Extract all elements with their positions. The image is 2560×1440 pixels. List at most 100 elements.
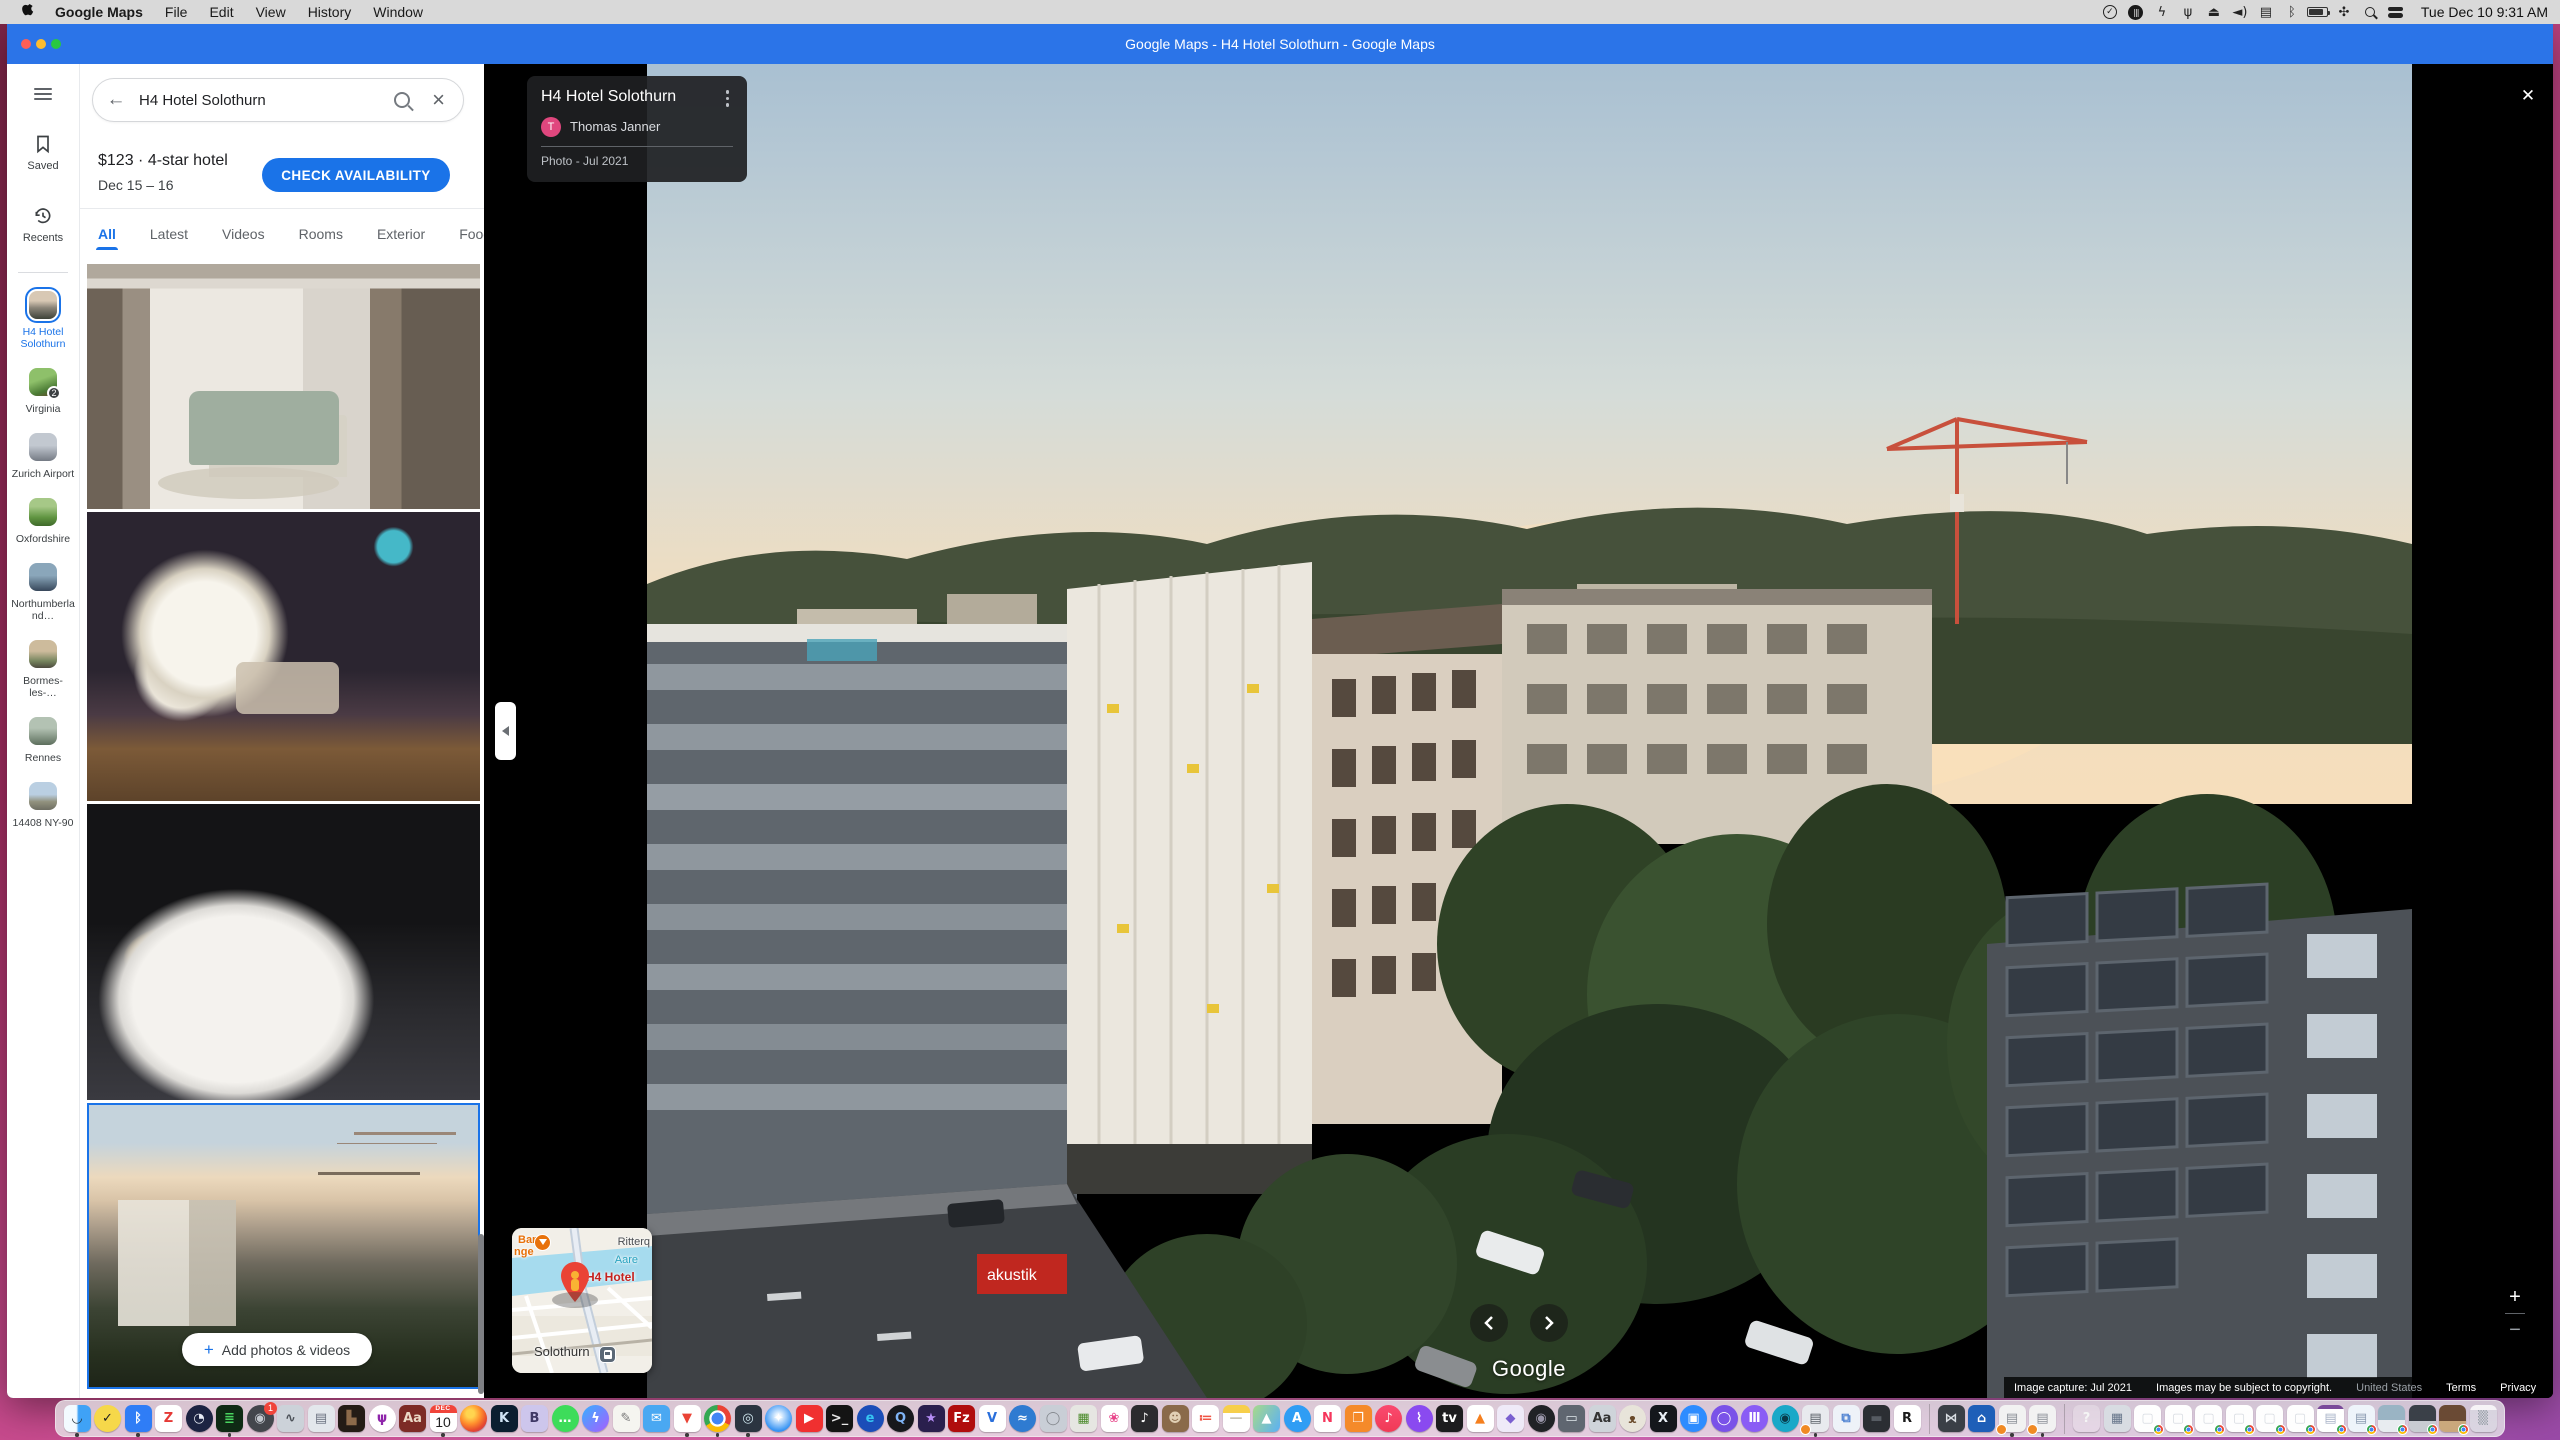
dock-icon-x11-app[interactable]: X: [1649, 1405, 1677, 1433]
dock-icon-music-app[interactable]: ♪: [1375, 1405, 1403, 1433]
menu-bar-clock[interactable]: Tue Dec 10 9:31 AM: [2413, 4, 2548, 20]
lightning-icon[interactable]: ϟ: [2149, 2, 2175, 22]
volume-icon[interactable]: ◄): [2227, 2, 2253, 22]
pegman-marker[interactable]: [560, 1262, 590, 1302]
date-range[interactable]: Dec 15 – 16: [98, 177, 228, 193]
dock-icon-rstudio-app[interactable]: R: [1893, 1405, 1921, 1433]
dock-icon-vinyl-app[interactable]: ◉: [1527, 1405, 1555, 1433]
dock-icon-photos-app[interactable]: ❀: [1100, 1405, 1128, 1433]
dock-icon-mail-app[interactable]: ✉: [643, 1405, 671, 1433]
dock-icon-disk-utility-app[interactable]: ▤: [307, 1405, 335, 1433]
tab-videos[interactable]: Videos: [222, 216, 265, 252]
tab-all[interactable]: All: [98, 216, 116, 252]
dock-icon-printer-scan-app[interactable]: ▤: [1802, 1405, 1830, 1433]
dock-icon-preview-app[interactable]: ◎: [734, 1405, 762, 1433]
dock-icon-openoffice-app[interactable]: ≈: [1009, 1405, 1037, 1433]
recent-place-virginia[interactable]: 2Virginia: [10, 368, 76, 415]
dock-icon-firefox[interactable]: [460, 1405, 488, 1433]
dock-icon-zoom-app[interactable]: ▣: [1680, 1405, 1708, 1433]
panel-scrollbar[interactable]: [478, 1234, 484, 1394]
clear-search-icon[interactable]: ×: [432, 89, 445, 111]
tab-exterior[interactable]: Exterior: [377, 216, 425, 252]
dock-icon-dictionary-app[interactable]: Aa: [399, 1405, 427, 1433]
zoom-window-button[interactable]: [51, 39, 61, 49]
recent-place-oxfordshire[interactable]: Oxfordshire: [10, 498, 76, 545]
dock-icon-bluetooth-utility-app[interactable]: ᛒ: [124, 1405, 152, 1433]
recent-place-bormes-les-[interactable]: Bormes-les-…: [10, 640, 76, 699]
tab-food[interactable]: Food: [459, 216, 484, 252]
dock-icon-v-writer-app[interactable]: V: [978, 1405, 1006, 1433]
dock-icon-notes-app[interactable]: —: [1222, 1405, 1250, 1433]
minimize-window-button[interactable]: [36, 39, 46, 49]
previous-photo-button[interactable]: [1470, 1304, 1508, 1342]
dock-icon-missing-app[interactable]: ?: [2073, 1405, 2101, 1433]
dock-icon-usb-prober-app[interactable]: ψ: [368, 1405, 396, 1433]
dock-icon-desktop-stack[interactable]: ▦: [2103, 1405, 2131, 1433]
dock-icon-gimp-app[interactable]: ᴥ: [1619, 1405, 1647, 1433]
more-options-icon[interactable]: [722, 88, 734, 109]
dock-icon-contacts-app[interactable]: ☻: [1161, 1405, 1189, 1433]
dock-icon-stethoscope-app[interactable]: ∿: [277, 1405, 305, 1433]
dock-icon-minimized-window-1[interactable]: [2378, 1405, 2406, 1433]
dock-icon-textedit-app[interactable]: ✎: [612, 1405, 640, 1433]
dock-icon-terminal-app[interactable]: >_: [826, 1405, 854, 1433]
dock-icon-news-app[interactable]: N: [1314, 1405, 1342, 1433]
menu-edit[interactable]: Edit: [198, 4, 244, 20]
dock-icon-audio-eq-app[interactable]: ≣: [216, 1405, 244, 1433]
dock-icon-minimized-window-3[interactable]: [2439, 1405, 2467, 1433]
dock-icon-apple-maps-app[interactable]: ▲: [1253, 1405, 1281, 1433]
dock-icon-app-store[interactable]: A: [1283, 1405, 1311, 1433]
dock-icon-google-maps-app[interactable]: ▼: [673, 1405, 701, 1433]
menu-history[interactable]: History: [297, 4, 363, 20]
dock-icon-reminders-app[interactable]: ≔: [1192, 1405, 1220, 1433]
dock-icon-gray-window-app[interactable]: ▭: [1558, 1405, 1586, 1433]
hamburger-menu-icon[interactable]: [34, 88, 52, 100]
minimap[interactable]: Bar nge Ritterq Aare H4 Hotel Solothurn: [512, 1228, 652, 1373]
collapse-panel-handle[interactable]: [495, 702, 516, 760]
search-box[interactable]: ← H4 Hotel Solothurn ×: [92, 78, 464, 122]
dock-icon-finder[interactable]: ◡: [63, 1405, 91, 1433]
dock-icon-copier-app[interactable]: ⧉: [1832, 1405, 1860, 1433]
train-station-icon[interactable]: [599, 1346, 616, 1363]
dock-icon-printer-hp2-app[interactable]: ▤: [2029, 1405, 2057, 1433]
recent-place-northumberland-[interactable]: Northumberland…: [10, 563, 76, 622]
photo-thumbnail-room[interactable]: [87, 264, 480, 509]
dock-icon-podcasts-app[interactable]: ⌇: [1405, 1405, 1433, 1433]
footer-link-privacy[interactable]: Privacy: [2500, 1382, 2536, 1394]
dock-icon-kindle-app[interactable]: K: [490, 1405, 518, 1433]
dock-icon-bbedit-app[interactable]: B: [521, 1405, 549, 1433]
dock-icon-messages-app[interactable]: …: [551, 1405, 579, 1433]
usb-icon[interactable]: ψ: [2175, 2, 2201, 22]
menu-file[interactable]: File: [154, 4, 199, 20]
close-window-button[interactable]: [21, 39, 31, 49]
dock-icon-edge-browser[interactable]: e: [856, 1405, 884, 1433]
recent-place-zurich-airport[interactable]: Zurich Airport: [10, 433, 76, 480]
menu-google-maps[interactable]: Google Maps: [44, 4, 154, 20]
dock-icon-chrome-document-1[interactable]: ▢: [2134, 1405, 2162, 1433]
dock-icon-apple-tv-app[interactable]: tv: [1436, 1405, 1464, 1433]
dock-icon-webcam-app[interactable]: ◉: [1771, 1405, 1799, 1433]
photo-author-row[interactable]: T Thomas Janner: [541, 117, 733, 137]
keyboard-viewer-icon[interactable]: ▤: [2253, 2, 2279, 22]
check-availability-button[interactable]: CHECK AVAILABILITY: [262, 158, 450, 192]
back-arrow-icon[interactable]: ←: [93, 89, 139, 111]
audio-levels-icon[interactable]: |||: [2123, 2, 2149, 22]
dock-icon-quicktime-app[interactable]: Q: [887, 1405, 915, 1433]
dock-icon-sheet-grid-document[interactable]: ▤: [2347, 1405, 2375, 1433]
dock-icon-safari[interactable]: ✦: [765, 1405, 793, 1433]
control-center-icon[interactable]: [2383, 2, 2409, 22]
dock-icon-printer-hp1-app[interactable]: ▤: [1998, 1405, 2026, 1433]
dock-icon-chrome-document-6[interactable]: ▢: [2286, 1405, 2314, 1433]
dock-icon-purple-doc-app[interactable]: ◆: [1497, 1405, 1525, 1433]
menu-window[interactable]: Window: [362, 4, 434, 20]
dock-icon-keychain-app[interactable]: ⋈: [1937, 1405, 1965, 1433]
dock-icon-video-frog-app[interactable]: ▦: [1070, 1405, 1098, 1433]
recent-place-h4-hotel-solothurn[interactable]: H4 Hotel Solothurn: [10, 291, 76, 350]
dock-icon-speedtest-gauge-app[interactable]: ◔: [185, 1405, 213, 1433]
dock-icon-sheet-purple-document[interactable]: ▤: [2317, 1405, 2345, 1433]
dock-icon-chrome-document-4[interactable]: ▢: [2225, 1405, 2253, 1433]
dock-icon-star-app[interactable]: ★: [917, 1405, 945, 1433]
dock-icon-chrome-document-5[interactable]: ▢: [2256, 1405, 2284, 1433]
dock-icon-filezilla-app[interactable]: Fz: [948, 1405, 976, 1433]
author-name[interactable]: Thomas Janner: [570, 119, 660, 134]
